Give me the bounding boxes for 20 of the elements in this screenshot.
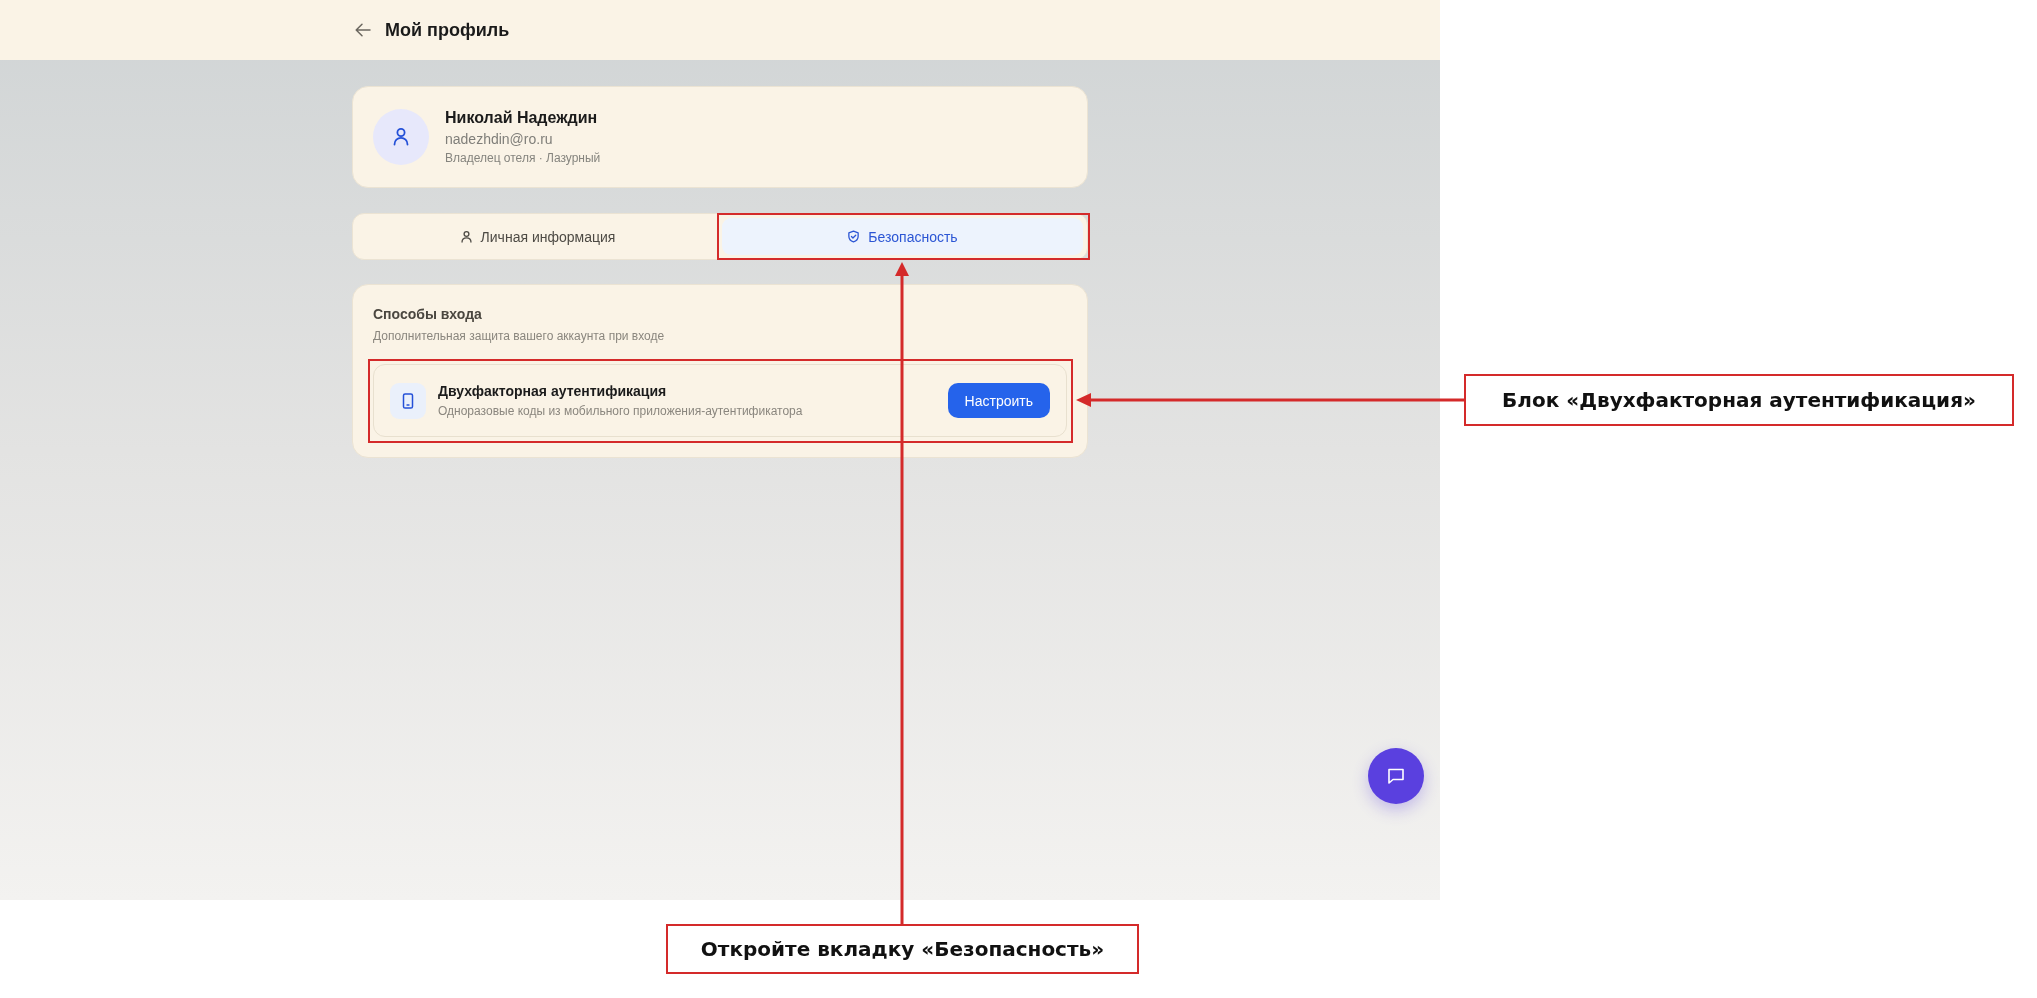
- person-icon: [459, 230, 473, 243]
- annotation-callout: Откройте вкладку «Безопасность»: [666, 924, 1139, 974]
- user-name: Николай Надеждин: [445, 108, 599, 128]
- method-title: Двухфакторная аутентификация: [438, 382, 668, 400]
- user-role: Владелец отеля · Лазурный: [445, 150, 601, 167]
- tab[interactable]: Безопасность: [722, 218, 1083, 255]
- section-title: Способы входа: [373, 305, 483, 323]
- setup-button[interactable]: Настроить: [947, 383, 1050, 418]
- avatar-icon: [373, 109, 429, 165]
- annotation-callout: Блок «Двухфакторная аутентификация»: [1464, 374, 2014, 426]
- chat-button[interactable]: [1368, 748, 1424, 804]
- section-subtitle: Дополнительная защита вашего аккаунта при входе: [373, 328, 666, 344]
- back-arrow-icon[interactable]: [355, 23, 371, 37]
- method-description: Одноразовые коды из мобильного приложения-аутентификатора: [438, 403, 804, 419]
- shield-check-icon: [847, 230, 861, 243]
- page-title: Мой профиль: [385, 19, 510, 41]
- tab[interactable]: Личная информация: [357, 218, 718, 255]
- phone-icon: [390, 382, 426, 419]
- user-email: nadezhdin@ro.ru: [445, 130, 554, 149]
- chat-bubble-icon: [1386, 766, 1406, 786]
